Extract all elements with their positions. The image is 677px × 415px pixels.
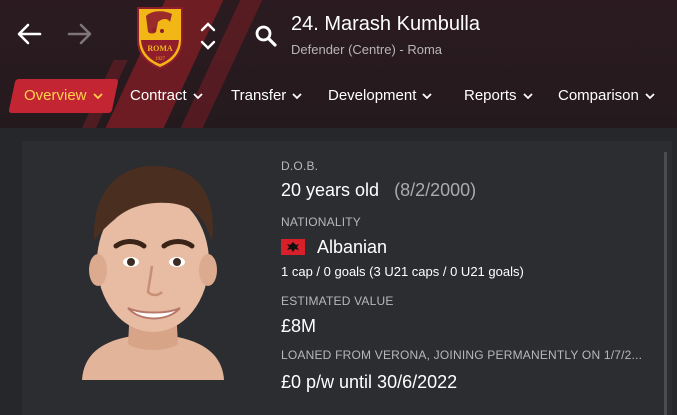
chevron-down-icon [193,92,203,99]
tab-label: Comparison [558,87,639,104]
up-down-chevron-icon [200,22,216,50]
tab-label: Contract [130,87,187,104]
value-label: ESTIMATED VALUE [281,294,394,308]
player-switcher[interactable] [198,18,218,54]
tab-reports[interactable]: Reports [464,79,533,113]
loan-label: LOANED FROM VERONA, JOINING PERMANENTLY … [281,348,643,362]
crest-year: 1927 [155,57,166,62]
tab-overview[interactable]: Overview [8,79,119,113]
scrollbar[interactable] [664,152,667,415]
chevron-down-icon [645,92,655,99]
tab-label: Reports [464,87,517,104]
chevron-down-icon [422,92,433,99]
forward-button[interactable] [66,20,94,48]
tab-contract[interactable]: Contract [130,79,203,113]
header-bar: ROMA 1927 24. Marash Kumbulla Defender (… [0,0,677,128]
chevron-down-icon [292,92,302,99]
estimated-value: £8M [281,316,317,336]
nationality-name: Albanian [317,237,388,257]
tab-label: Overview [24,87,87,104]
player-position-club: Defender (Centre) - Roma [291,42,442,57]
tab-label: Transfer [231,87,287,104]
chevron-down-icon [92,92,103,99]
dob-date: (8/2/2000) [394,180,477,200]
nationality-value[interactable]: Albanian [281,237,387,258]
chevron-down-icon [522,92,533,99]
tab-label: Development [328,87,417,104]
tab-transfer[interactable]: Transfer [231,79,302,113]
nationality-label: NATIONALITY [281,215,361,229]
crest-text: ROMA [147,44,173,53]
roma-crest: ROMA 1927 [137,7,183,70]
player-photo [72,158,234,380]
forward-arrow-icon [67,23,92,45]
club-crest[interactable]: ROMA 1927 [134,4,186,70]
international-caps: 1 cap / 0 goals (3 U21 caps / 0 U21 goal… [281,264,524,279]
wage-value: £0 p/w until 30/6/2022 [281,372,458,392]
age-value: 20 years old [281,180,380,200]
dob-label: D.O.B. [281,159,319,173]
albania-flag [281,239,305,255]
back-button[interactable] [15,20,43,48]
tab-development[interactable]: Development [328,79,433,113]
dob-value: 20 years old (8/2/2000) [281,180,476,201]
player-name: 24. Marash Kumbulla [291,13,480,35]
search-button[interactable] [254,24,278,48]
back-arrow-icon [17,23,42,45]
search-icon [255,25,277,47]
tab-comparison[interactable]: Comparison [558,79,655,113]
tab-bar: Overview Contract Transfer Development R… [0,79,677,113]
